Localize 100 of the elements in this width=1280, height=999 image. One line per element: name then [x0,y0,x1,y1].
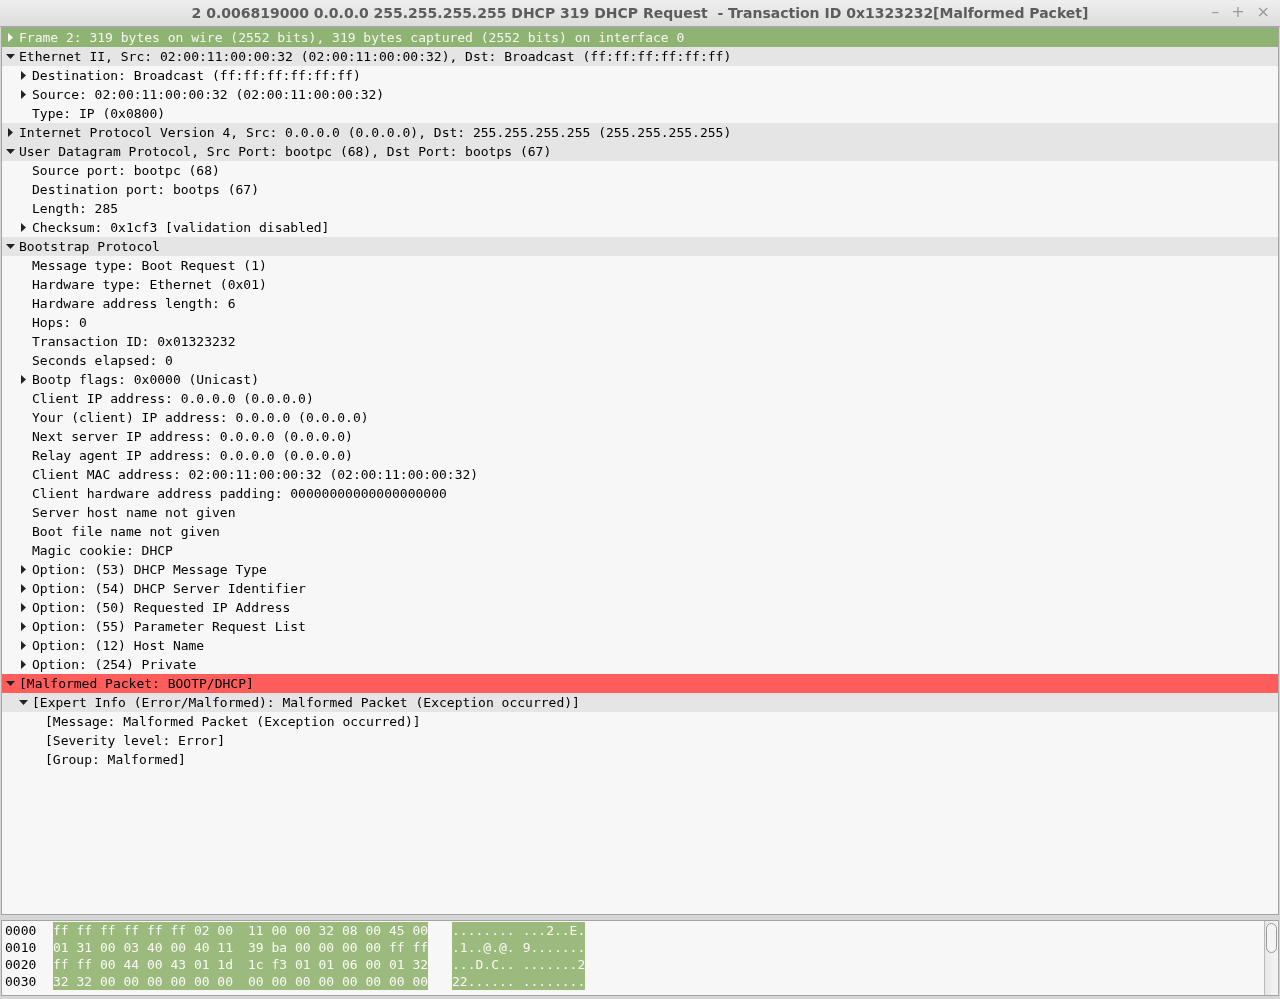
tree-row[interactable]: User Datagram Protocol, Src Port: bootpc (68), Dst Port: bootps (67) [2,142,1278,161]
hex-offset: 0000 [4,922,38,939]
tree-row-text: Client IP address: 0.0.0.0 (0.0.0.0) [32,391,314,406]
collapsed-arrow-icon[interactable] [19,565,28,574]
tree-row[interactable]: Hardware address length: 6 [2,294,1278,313]
tree-row-text: Hardware type: Ethernet (0x01) [32,277,267,292]
tree-row-text: Option: (53) DHCP Message Type [32,562,267,577]
tree-row[interactable]: [Expert Info (Error/Malformed): Malformed Packet (Exception occurred)] [2,693,1278,712]
ascii-bytes: .1..@.@. [452,939,523,956]
expanded-arrow-icon[interactable] [6,147,15,156]
tree-row[interactable]: Bootp flags: 0x0000 (Unicast) [2,370,1278,389]
tree-row[interactable]: Message type: Boot Request (1) [2,256,1278,275]
tree-row[interactable]: Option: (50) Requested IP Address [2,598,1278,617]
tree-row-text: Option: (50) Requested IP Address [32,600,291,615]
ascii-bytes: ...2..E. [522,922,586,939]
tree-row-text: Relay agent IP address: 0.0.0.0 (0.0.0.0) [32,448,353,463]
tree-row-text: Hardware address length: 6 [32,296,236,311]
tree-row-text: Option: (254) Private [32,657,197,672]
collapsed-arrow-icon[interactable] [19,223,28,232]
tree-row[interactable]: [Group: Malformed] [2,750,1278,769]
collapsed-arrow-icon[interactable] [19,90,28,99]
tree-row[interactable]: Relay agent IP address: 0.0.0.0 (0.0.0.0) [2,446,1278,465]
tree-row-text: Checksum: 0x1cf3 [validation disabled] [32,220,330,235]
tree-row-text: Option: (55) Parameter Request List [32,619,306,634]
collapsed-arrow-icon[interactable] [19,603,28,612]
tree-row[interactable]: Source port: bootpc (68) [2,161,1278,180]
ascii-bytes: 9....... [522,939,586,956]
hex-offset: 0030 [4,973,38,990]
tree-row[interactable]: Hardware type: Ethernet (0x01) [2,275,1278,294]
tree-row[interactable]: Destination port: bootps (67) [2,180,1278,199]
tree-row-text: Server host name not given [32,505,236,520]
tree-row-text: Option: (12) Host Name [32,638,205,653]
ascii-bytes: ...D.C.. [452,956,523,973]
tree-row[interactable]: [Severity level: Error] [2,731,1278,750]
tree-row[interactable]: Server host name not given [2,503,1278,522]
tree-row[interactable]: Hops: 0 [2,313,1278,332]
tree-row[interactable]: Client MAC address: 02:00:11:00:00:32 (02:00:11:00:00:32) [2,465,1278,484]
window-title: 2 0.006819000 0.0.0.0 255.255.255.255 DHCP 319 DHCP Request - Transaction ID 0x1323232[Malformed Packet] [191,5,1089,21]
expanded-arrow-icon[interactable] [6,52,15,61]
tree-row[interactable]: Option: (54) DHCP Server Identifier [2,579,1278,598]
ascii-bytes: .......2 [522,956,586,973]
tree-row[interactable]: Destination: Broadcast (ff:ff:ff:ff:ff:ff) [2,66,1278,85]
scrollbar[interactable] [1264,921,1278,995]
collapsed-arrow-icon[interactable] [19,622,28,631]
tree-row-text: Destination port: bootps (67) [32,182,259,197]
tree-row-text: [Expert Info (Error/Malformed): Malformed Packet (Exception occurred)] [32,695,580,710]
collapsed-arrow-icon[interactable] [19,375,28,384]
tree-row[interactable]: Next server IP address: 0.0.0.0 (0.0.0.0) [2,427,1278,446]
collapsed-arrow-icon[interactable] [19,71,28,80]
tree-row[interactable]: Option: (55) Parameter Request List [2,617,1278,636]
tree-row[interactable]: Length: 285 [2,199,1278,218]
tree-row-text: [Group: Malformed] [45,752,186,767]
tree-row[interactable]: [Malformed Packet: BOOTP/DHCP] [2,674,1278,693]
expanded-arrow-icon[interactable] [19,698,28,707]
tree-row[interactable]: Source: 02:00:11:00:00:32 (02:00:11:00:00:32) [2,85,1278,104]
tree-row-text: Bootp flags: 0x0000 (Unicast) [32,372,259,387]
tree-row-text: Hops: 0 [32,315,87,330]
collapsed-arrow-icon[interactable] [19,641,28,650]
collapsed-arrow-icon[interactable] [19,584,28,593]
tree-row-text: Transaction ID: 0x01323232 [32,334,236,349]
tree-row[interactable]: Client IP address: 0.0.0.0 (0.0.0.0) [2,389,1278,408]
tree-row-text: Client MAC address: 02:00:11:00:00:32 (02:00:11:00:00:32) [32,467,479,482]
tree-row-text: Magic cookie: DHCP [32,543,173,558]
tree-row-text: Client hardware address padding: 00000000000000000000 [32,486,447,501]
tree-row-text: Length: 285 [32,201,119,216]
expanded-arrow-icon[interactable] [6,679,15,688]
hex-bytes: 32 32 00 00 00 00 00 00 [53,973,248,990]
tree-row-text: Next server IP address: 0.0.0.0 (0.0.0.0) [32,429,353,444]
tree-row-text: Your (client) IP address: 0.0.0.0 (0.0.0.0) [32,410,369,425]
tree-row-text: Seconds elapsed: 0 [32,353,173,368]
tree-row[interactable]: Ethernet II, Src: 02:00:11:00:00:32 (02:00:11:00:00:32), Dst: Broadcast (ff:ff:ff:ff:ff:ff) [2,47,1278,66]
tree-row[interactable]: Client hardware address padding: 00000000000000000000 [2,484,1278,503]
tree-row[interactable]: Option: (12) Host Name [2,636,1278,655]
ascii-bytes: ........ [522,973,586,990]
expanded-arrow-icon[interactable] [6,242,15,251]
tree-row[interactable]: [Message: Malformed Packet (Exception occurred)] [2,712,1278,731]
tree-row-text: Ethernet II, Src: 02:00:11:00:00:32 (02:00:11:00:00:32), Dst: Broadcast (ff:ff:ff:ff:ff:ff) [19,49,732,64]
tree-row[interactable]: Type: IP (0x0800) [2,104,1278,123]
collapsed-arrow-icon[interactable] [6,128,15,137]
collapsed-arrow-icon[interactable] [19,660,28,669]
tree-row[interactable]: Your (client) IP address: 0.0.0.0 (0.0.0.0) [2,408,1278,427]
tree-row-text: Frame 2: 319 bytes on wire (2552 bits), 319 bytes captured (2552 bits) on interface 0 [19,30,685,45]
tree-row-text: Bootstrap Protocol [19,239,160,254]
tree-row[interactable]: Checksum: 0x1cf3 [validation disabled] [2,218,1278,237]
tree-row[interactable]: Bootstrap Protocol [2,237,1278,256]
tree-row[interactable]: Internet Protocol Version 4, Src: 0.0.0.0 (0.0.0.0), Dst: 255.255.255.255 (255.255.255.255) [2,123,1278,142]
tree-row[interactable]: Option: (53) DHCP Message Type [2,560,1278,579]
hex-bytes: 11 00 00 32 08 00 45 00 [248,922,429,939]
tree-row-text: [Message: Malformed Packet (Exception occurred)] [45,714,421,729]
ascii-bytes: ........ [452,922,523,939]
tree-row[interactable]: Boot file name not given [2,522,1278,541]
tree-row[interactable]: Transaction ID: 0x01323232 [2,332,1278,351]
tree-row[interactable]: Seconds elapsed: 0 [2,351,1278,370]
tree-row-text: User Datagram Protocol, Src Port: bootpc (68), Dst Port: bootps (67) [19,144,552,159]
hex-bytes: ff ff 00 44 00 43 01 1d [53,956,248,973]
hex-bytes: ff ff ff ff ff ff 02 00 [53,922,248,939]
hex-bytes: 39 ba 00 00 00 00 ff ff [248,939,429,956]
tree-row[interactable]: Magic cookie: DHCP [2,541,1278,560]
hex-bytes: 1c f3 01 01 06 00 01 32 [248,956,429,973]
tree-row[interactable]: Option: (254) Private [2,655,1278,674]
